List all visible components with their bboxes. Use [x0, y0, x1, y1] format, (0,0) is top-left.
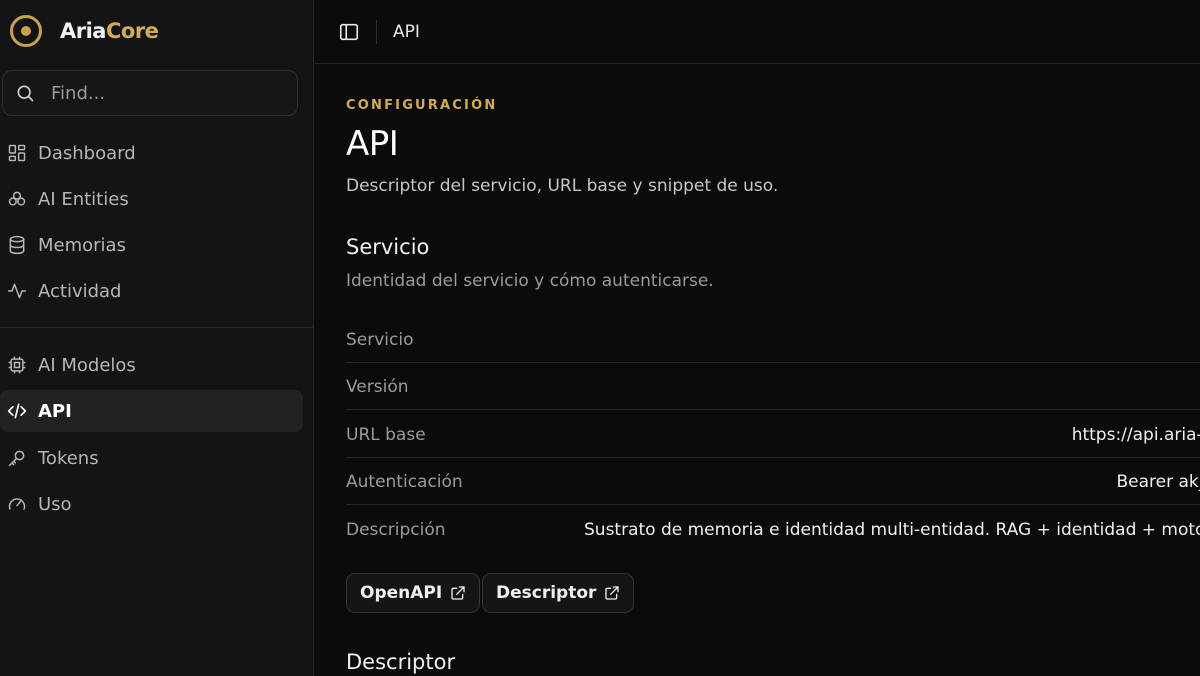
sidebar-item-memorias[interactable]: Memorias — [0, 224, 303, 266]
app-root: AriaCore Find... Dashboard AI Entities M… — [0, 0, 1200, 676]
page-eyebrow: CONFIGURACIÓN — [346, 98, 498, 113]
kv-key: Descripción — [346, 520, 446, 540]
brand-name: AriaCore — [60, 19, 159, 43]
key-icon — [8, 450, 25, 467]
kv-key: Servicio — [346, 330, 414, 350]
sidebar-divider — [0, 327, 313, 328]
breadcrumb: API — [393, 21, 420, 42]
section-title-descriptor: Descriptor — [346, 650, 456, 674]
entities-icon — [8, 191, 26, 206]
page-subtitle: Descriptor del servicio, URL base y snip… — [346, 176, 779, 196]
descriptor-button-label: Descriptor — [496, 583, 597, 603]
sidebar-toggle-icon[interactable] — [338, 21, 360, 43]
kv-row-url-base: URL base https://api.aria-c — [346, 411, 1200, 458]
openapi-button[interactable]: OpenAPI — [346, 573, 481, 613]
sidebar: AriaCore Find... Dashboard AI Entities M… — [0, 0, 314, 676]
section-subtitle-servicio: Identidad del servicio y cómo autenticar… — [346, 271, 714, 291]
sidebar-item-dashboard[interactable]: Dashboard — [0, 132, 303, 174]
external-link-icon — [451, 586, 465, 600]
sidebar-item-label: Uso — [38, 493, 72, 515]
kv-row-version: Versión — [346, 363, 1200, 410]
sidebar-item-label: Actividad — [38, 280, 122, 302]
dashboard-icon — [8, 144, 26, 162]
kv-row-servicio: Servicio — [346, 316, 1200, 363]
kv-row-descripcion: Descripción Sustrato de memoria e identi… — [346, 506, 1200, 553]
main-content: CONFIGURACIÓN API Descriptor del servici… — [346, 64, 1200, 676]
sidebar-item-label: Memorias — [38, 234, 126, 256]
search-input[interactable]: Find... — [2, 70, 298, 116]
topbar-divider — [376, 19, 377, 44]
kv-value[interactable]: https://api.aria-c — [1072, 425, 1200, 445]
sidebar-item-uso[interactable]: Uso — [0, 483, 303, 525]
section-title-servicio: Servicio — [346, 235, 430, 259]
kv-key: Autenticación — [346, 472, 463, 492]
kv-value: Sustrato de memoria e identidad multi-en… — [584, 520, 1200, 540]
sidebar-item-tokens[interactable]: Tokens — [0, 437, 303, 479]
search-icon — [17, 85, 34, 102]
sidebar-item-label: AI Entities — [38, 188, 129, 210]
openapi-button-label: OpenAPI — [360, 583, 443, 603]
chip-icon — [8, 356, 26, 374]
sidebar-item-label: AI Modelos — [38, 354, 136, 376]
sidebar-item-label: Tokens — [38, 447, 99, 469]
sidebar-item-ai-modelos[interactable]: AI Modelos — [0, 344, 303, 386]
sidebar-item-label: API — [38, 400, 72, 422]
search-placeholder: Find... — [51, 82, 106, 104]
sidebar-item-ai-entities[interactable]: AI Entities — [0, 178, 303, 220]
kv-key: URL base — [346, 425, 426, 445]
brand-logo-icon — [10, 15, 42, 47]
descriptor-button[interactable]: Descriptor — [482, 573, 635, 613]
database-icon — [9, 235, 25, 255]
brand[interactable]: AriaCore — [10, 14, 159, 48]
gauge-icon — [8, 498, 26, 510]
sidebar-item-label: Dashboard — [38, 142, 136, 164]
code-icon — [7, 403, 27, 419]
page-title: API — [346, 124, 399, 164]
activity-icon — [7, 283, 27, 299]
kv-key: Versión — [346, 377, 409, 397]
sidebar-item-api[interactable]: API — [0, 390, 303, 432]
sidebar-item-actividad[interactable]: Actividad — [0, 270, 303, 312]
topbar: API — [315, 0, 1200, 64]
external-link-icon — [605, 586, 620, 600]
kv-value: Bearer ak_l — [1116, 472, 1200, 492]
kv-row-autenticacion: Autenticación Bearer ak_l — [346, 458, 1200, 505]
